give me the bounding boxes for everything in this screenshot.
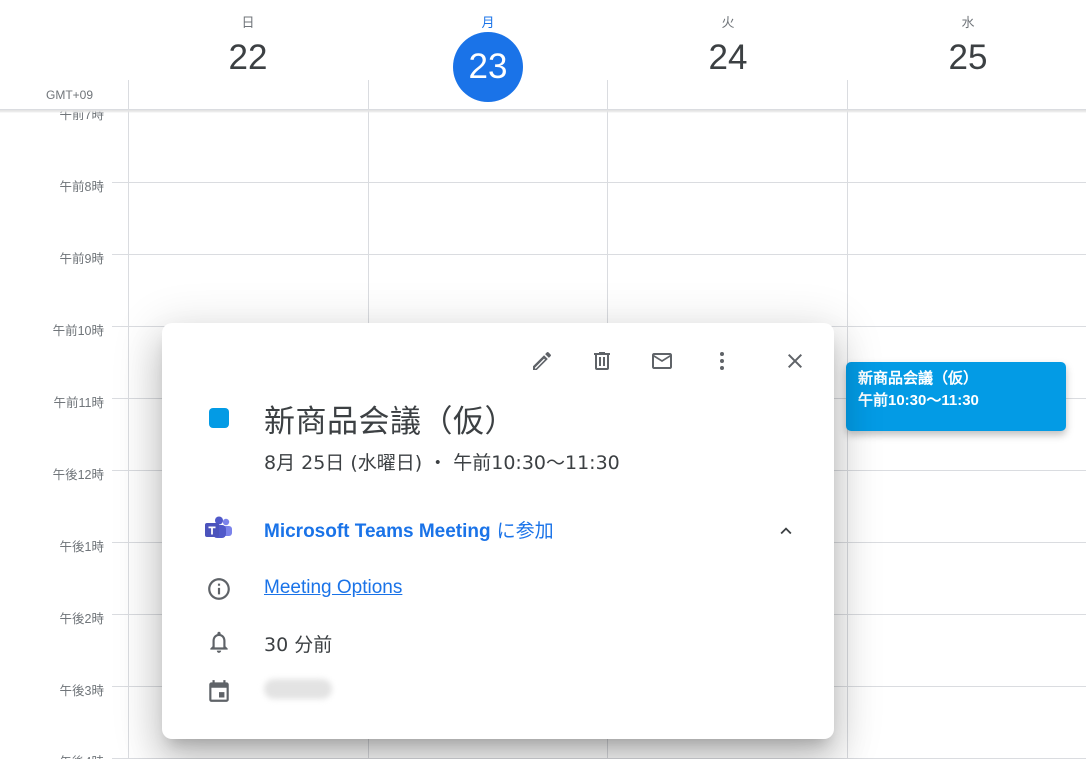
close-popup-button[interactable] [777, 343, 813, 379]
meeting-options-link[interactable]: Meeting Options [264, 577, 402, 599]
day-header-sun[interactable]: 日 22 [128, 0, 368, 110]
time-label: 午後3時 [59, 684, 104, 698]
time-label: 午後4時 [0, 751, 104, 759]
bell-icon [204, 627, 234, 657]
day-header-tue[interactable]: 火 24 [608, 0, 848, 110]
grid-hour-line [112, 182, 1086, 183]
day-name: 月 [481, 16, 495, 31]
info-icon [204, 574, 234, 604]
time-label: 午前11時 [53, 396, 104, 410]
day-name: 火 [721, 16, 735, 31]
teams-icon [204, 514, 234, 544]
edit-event-button[interactable] [524, 343, 560, 379]
day-number[interactable]: 22 [128, 40, 368, 75]
day-name: 水 [961, 16, 975, 31]
more-vert-icon [720, 352, 724, 370]
mail-icon [652, 353, 672, 369]
time-label: 午後2時 [59, 612, 104, 626]
trash-icon [594, 352, 610, 370]
day-number[interactable]: 24 [608, 40, 848, 75]
delete-event-button[interactable] [584, 343, 620, 379]
event-chip-title: 新商品会議（仮） [858, 370, 979, 387]
timezone-label-overlay: GMT+09 [46, 88, 94, 102]
time-label: 午後1時 [59, 540, 104, 554]
time-label: 午前9時 [59, 252, 104, 266]
event-chip-time: 午前10:30〜11:30 [858, 392, 979, 409]
header-shadow-overlay [0, 110, 1086, 113]
day-name: 日 [241, 16, 255, 31]
more-options-button[interactable] [704, 343, 740, 379]
teams-link-text: Microsoft Teams Meeting [264, 521, 491, 542]
day-header-wed[interactable]: 水 25 [848, 0, 1086, 110]
join-teams-link[interactable]: Microsoft Teams Meeting に参加 [264, 516, 554, 543]
event-title: 新商品会議（仮） [264, 404, 516, 440]
teams-link-suffix: に参加 [490, 520, 554, 542]
pencil-icon [533, 351, 552, 370]
calendar-icon [204, 676, 234, 706]
reminder-text: 30 分前 [264, 634, 333, 656]
event-detail-popup: 新商品会議（仮） 8月 25日 (水曜日) ・ 午前10:30〜11:30 Mi… [162, 323, 834, 739]
day-header-mon[interactable]: 月 23 [368, 0, 608, 110]
collapse-button[interactable] [768, 513, 804, 549]
time-label: 午後12時 [52, 468, 104, 482]
day-number[interactable]: 23 [368, 49, 608, 84]
time-label: 午前10時 [52, 324, 104, 338]
chevron-up-icon [780, 527, 792, 535]
time-label: 午前8時 [59, 180, 104, 194]
calendar-owner-redacted [264, 679, 332, 699]
grid-hour-line [112, 254, 1086, 255]
event-datetime: 8月 25日 (水曜日) ・ 午前10:30〜11:30 [264, 452, 620, 474]
email-guests-button[interactable] [644, 343, 680, 379]
close-icon [788, 354, 802, 368]
event-chip[interactable]: 新商品会議（仮） 午前10:30〜11:30 [846, 362, 1066, 431]
day-number[interactable]: 25 [848, 40, 1086, 75]
event-color-indicator [209, 408, 229, 428]
